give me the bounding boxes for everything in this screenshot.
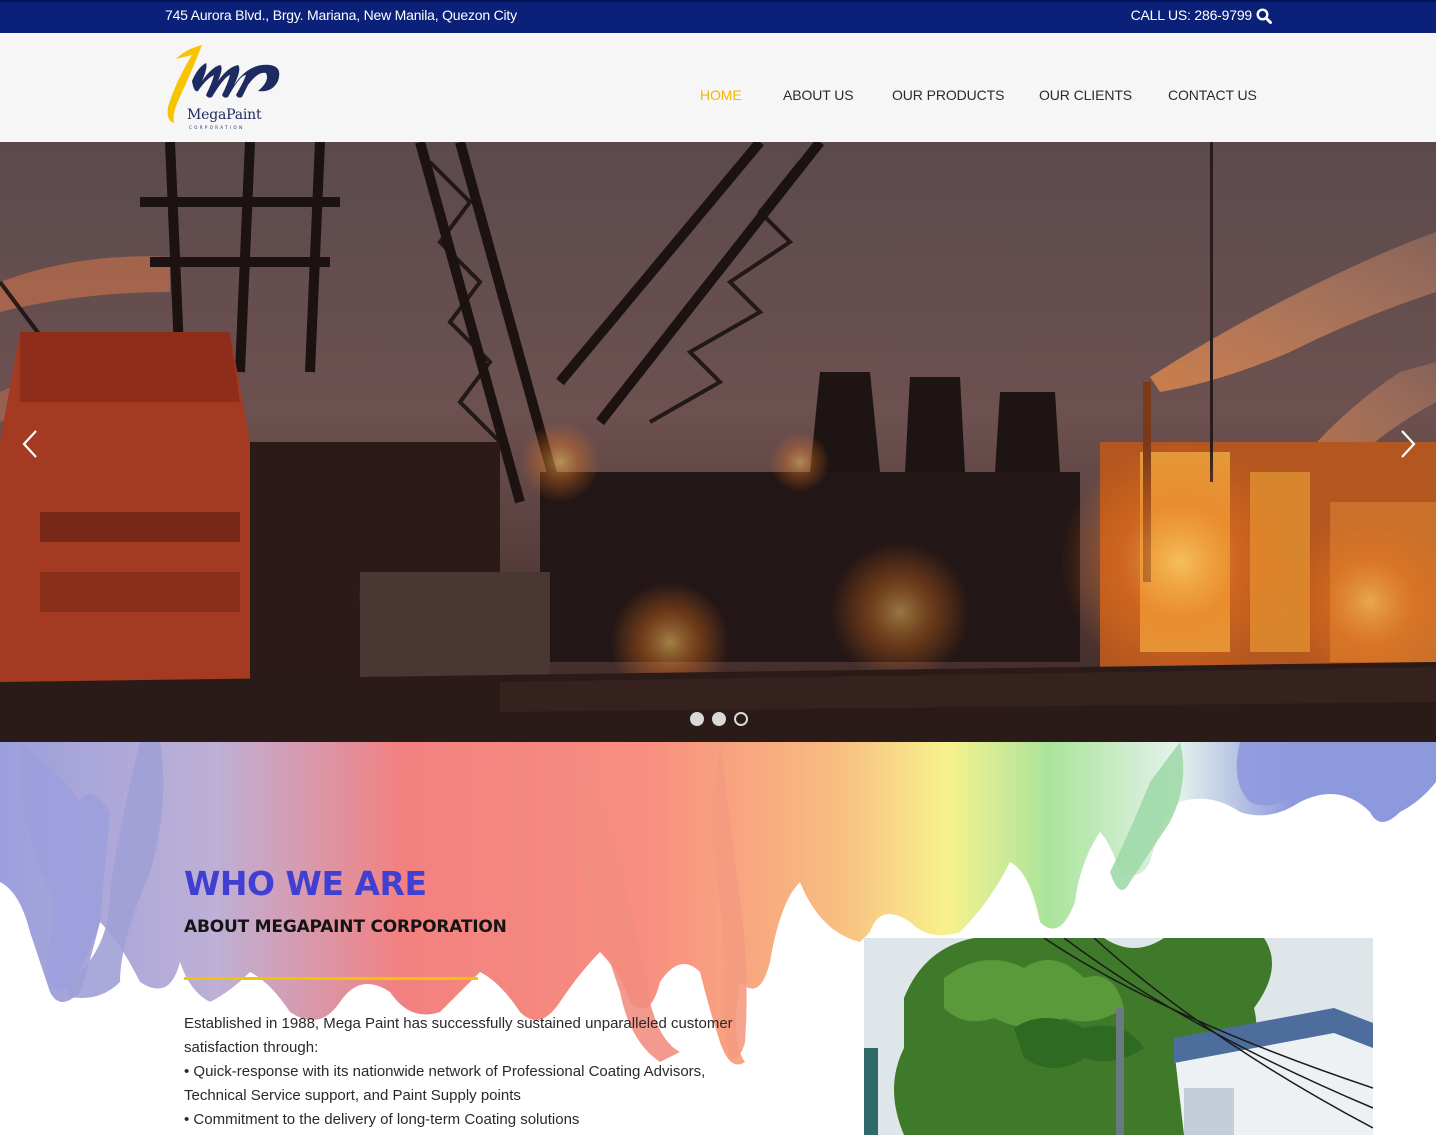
about-paragraph: Established in 1988, Mega Paint has succ…	[184, 1015, 733, 1056]
slider-next-arrow[interactable]	[1398, 428, 1418, 460]
site-header: MegaPaint CORPORATION HOME ABOUT US OUR …	[0, 33, 1436, 142]
slider-dot-1[interactable]	[690, 712, 704, 726]
about-bullet: • Commitment to the delivery of long-ter…	[184, 1111, 580, 1128]
section-subtitle: ABOUT MEGAPAINT CORPORATION	[184, 917, 507, 937]
slider-dot-3[interactable]	[734, 712, 748, 726]
nav-our-products[interactable]: OUR PRODUCTS	[892, 87, 1004, 103]
slider-dot-2[interactable]	[712, 712, 726, 726]
call-us-text[interactable]: CALL US: 286-9799	[1131, 7, 1253, 23]
industrial-night-image	[0, 142, 1436, 742]
about-section: WHO WE ARE ABOUT MEGAPAINT CORPORATION E…	[0, 742, 1436, 1135]
search-icon[interactable]	[1256, 8, 1272, 24]
section-title: WHO WE ARE	[184, 864, 427, 903]
section-divider	[184, 977, 478, 980]
about-bullet: • Quick-response with its nationwide net…	[184, 1063, 706, 1104]
building-photo-image	[864, 938, 1373, 1135]
nav-contact-us[interactable]: CONTACT US	[1168, 87, 1257, 103]
nav-home[interactable]: HOME	[700, 87, 742, 103]
slider-prev-arrow[interactable]	[20, 428, 40, 460]
top-bar: 745 Aurora Blvd., Brgy. Mariana, New Man…	[0, 0, 1436, 33]
building-photo	[864, 938, 1373, 1135]
logo-brand-text: MegaPaint	[187, 107, 262, 123]
address-text: 745 Aurora Blvd., Brgy. Mariana, New Man…	[165, 7, 517, 23]
logo-sub-text: CORPORATION	[189, 125, 245, 130]
nav-our-clients[interactable]: OUR CLIENTS	[1039, 87, 1132, 103]
nav-about-us[interactable]: ABOUT US	[783, 87, 854, 103]
hero-slider	[0, 142, 1436, 742]
slider-dots	[690, 712, 748, 726]
megapaint-logo[interactable]: MegaPaint CORPORATION	[162, 41, 287, 133]
about-body: Established in 1988, Mega Paint has succ…	[184, 1012, 764, 1132]
